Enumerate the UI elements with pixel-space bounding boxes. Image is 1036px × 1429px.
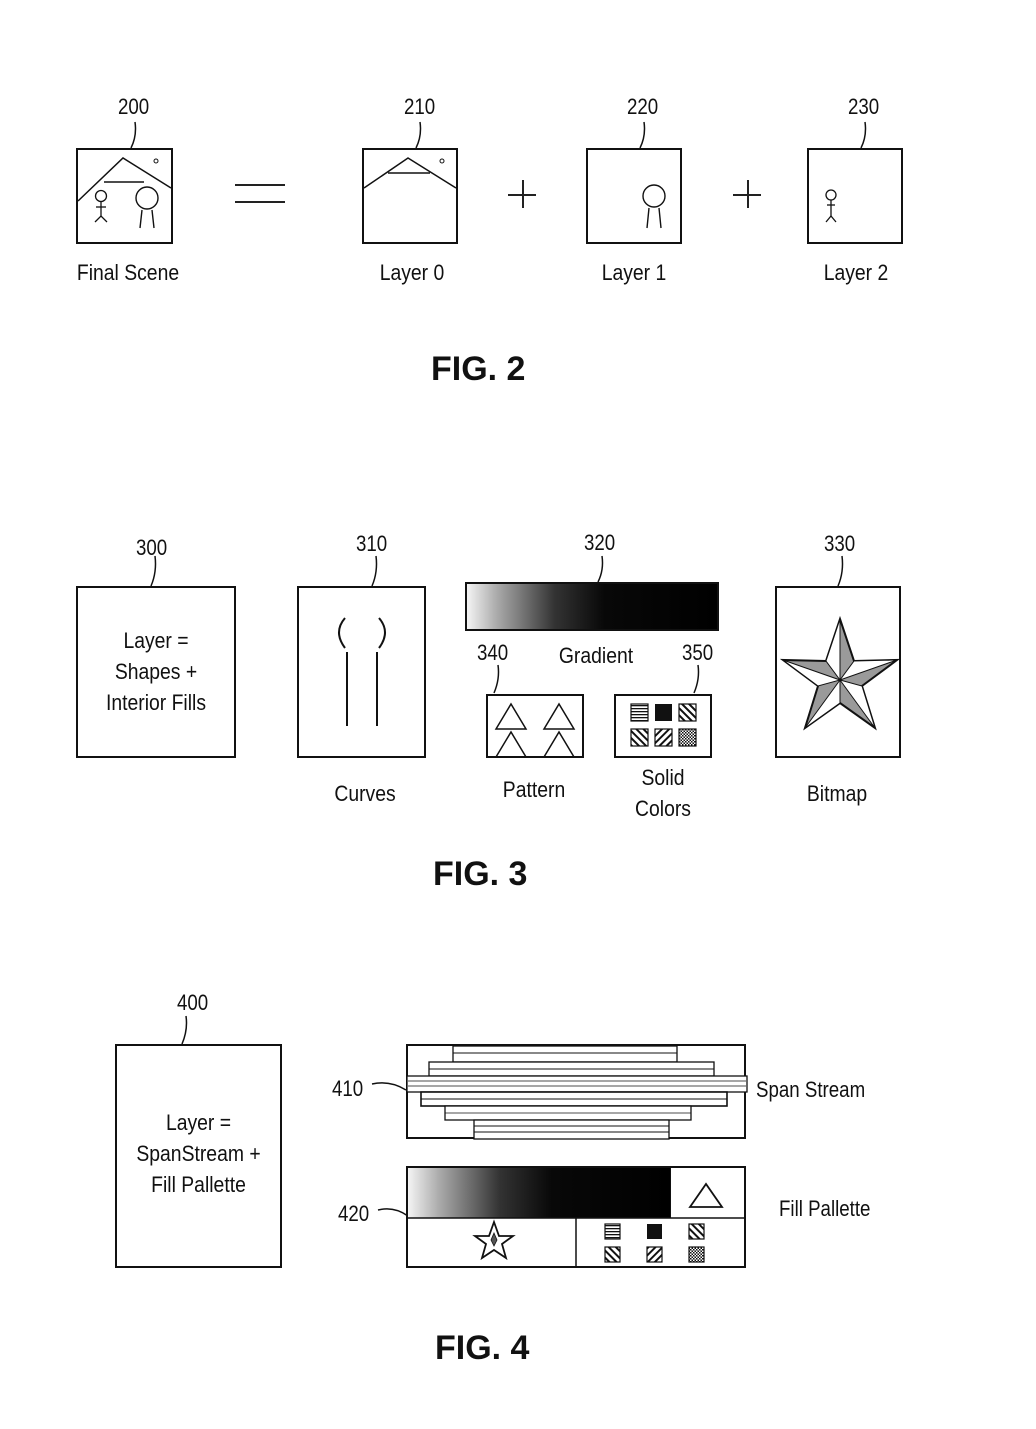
pallette-cells [408,1182,746,1268]
pallette-swatch-diagonal-hatch [688,1223,705,1240]
ref-410: 410 [332,1076,364,1101]
leader-410 [371,1082,407,1091]
pallette-swatch-solid-black [647,1224,662,1239]
layer4-def-line-2: SpanStream + [136,1141,261,1166]
leader-400 [181,1015,188,1045]
fill-pallette-box [406,1166,746,1268]
pallette-triangle-icon [688,1182,724,1208]
ref-400: 400 [177,990,209,1015]
pallette-swatch-diagonal-hatch-wide [604,1246,621,1263]
ref-420: 420 [338,1201,370,1226]
span-6 [473,1119,670,1140]
pallette-swatch-horizontal-lines [604,1223,621,1240]
layer4-def-line-1: Layer = [165,1110,232,1135]
leader-420 [377,1208,409,1217]
span-1 [452,1045,678,1063]
span-3 [406,1075,748,1093]
fig4-title: FIG. 4 [435,1329,530,1367]
pallette-swatch-diagonal-hatch-reverse [646,1246,663,1263]
span-stream-spans [406,1045,748,1140]
pallette-star-icon [472,1219,516,1261]
fill-pallette-label: Fill Pallette [779,1196,871,1221]
span-stream-box [406,1044,748,1140]
span-stream-label: Span Stream [756,1077,866,1102]
pallette-swatch-checker [688,1246,705,1263]
layer4-def-line-3: Fill Pallette [151,1172,246,1197]
layer-spanstream-box: Layer = SpanStream + Fill Pallette [115,1044,282,1268]
